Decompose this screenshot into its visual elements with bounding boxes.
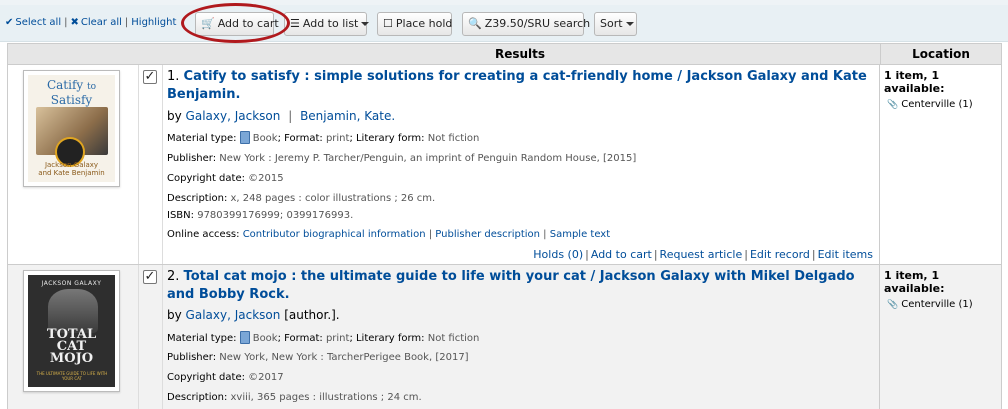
- contributor-info-link[interactable]: Contributor biographical information: [243, 229, 426, 240]
- place-hold-button[interactable]: ☐ Place hold: [377, 12, 452, 36]
- description-line: Description: x, 248 pages : color illust…: [167, 193, 436, 204]
- cover-title-line2: to: [87, 82, 97, 92]
- cover-cell: Catify to Satisfy Jackson Galaxy and Kat…: [8, 65, 139, 264]
- checkbox-cell: ✓: [139, 65, 163, 264]
- location-cell: 1 item, 1 available: 📎 Centerville (1): [879, 265, 1003, 409]
- check-icon: ✔: [5, 17, 14, 28]
- edit-items-link[interactable]: Edit items: [818, 248, 873, 261]
- results-table-header: Results Location: [7, 43, 1002, 65]
- availability-text: 1 item, 1 available:: [884, 269, 945, 295]
- author-link[interactable]: Galaxy, Jackson: [186, 109, 281, 123]
- result-authors: by Galaxy, Jackson [author.].: [167, 308, 340, 322]
- pushpin-icon: 📎: [887, 100, 899, 110]
- publisher-line: Publisher: New York, New York : TarcherP…: [167, 352, 469, 363]
- result-title-link[interactable]: Catify to satisfy : simple solutions for…: [167, 69, 867, 102]
- availability-text: 1 item, 1 available:: [884, 69, 945, 95]
- chevron-down-icon: [361, 22, 370, 26]
- location-cell: 1 item, 1 available: 📎 Centerville (1): [879, 65, 1003, 264]
- cover-subtitle: THE ULTIMATE GUIDE TO LIFE WITH YOUR CAT: [36, 371, 108, 381]
- chevron-down-icon: [625, 22, 634, 26]
- table-row: Catify to Satisfy Jackson Galaxy and Kat…: [7, 65, 1002, 265]
- isbn-line: ISBN: 9780399176999; 0399176993.: [167, 210, 354, 221]
- material-type-line: Material type: Book; Format: print; Lite…: [167, 331, 480, 344]
- copyright-line: Copyright date: ©2015: [167, 173, 284, 184]
- highlight-link[interactable]: Highlight: [131, 17, 176, 28]
- results-toolbar: ✔ Select all | ✖ Clear all | Highlight 🛒 Add to…: [0, 5, 1008, 42]
- cover-author2: and Kate Benjamin: [38, 169, 105, 177]
- result-authors: by Galaxy, Jackson | Benjamin, Kate.: [167, 109, 396, 123]
- result-actions: Holds (0) | Add to cart | Request article | Ed…: [533, 248, 873, 261]
- book-cover-image[interactable]: JACKSON GALAXY TOTAL CAT MOJO THE ULTIMA…: [23, 270, 120, 392]
- sort-button[interactable]: Sort: [594, 12, 637, 36]
- table-row: JACKSON GALAXY TOTAL CAT MOJO THE ULTIMA…: [7, 265, 1002, 409]
- branch-item: 📎 Centerville (1): [887, 99, 973, 110]
- selection-links: ✔ Select all | ✖ Clear all | Highlight: [5, 17, 177, 28]
- author-link[interactable]: Benjamin, Kate.: [300, 109, 395, 123]
- checkbox-icon: ☐: [383, 17, 393, 30]
- online-access-line: Online access: Contributor biographical …: [167, 229, 611, 240]
- cover-author: JACKSON GALAXY: [41, 280, 102, 287]
- book-icon: [239, 131, 250, 144]
- clear-all-link[interactable]: Clear all: [81, 17, 122, 28]
- select-all-link[interactable]: Select all: [15, 17, 61, 28]
- publisher-description-link[interactable]: Publisher description: [435, 229, 540, 240]
- publisher-line: Publisher: New York : Jeremy P. Tarcher/…: [167, 153, 637, 164]
- result-number: 2.: [167, 269, 180, 284]
- edit-record-link[interactable]: Edit record: [750, 248, 810, 261]
- cover-title-line3: Satisfy: [50, 93, 93, 107]
- add-to-cart-link[interactable]: Add to cart: [591, 248, 652, 261]
- result-title: 1. Catify to satisfy : simple solutions …: [167, 68, 867, 104]
- cover-cell: JACKSON GALAXY TOTAL CAT MOJO THE ULTIMA…: [8, 265, 139, 409]
- z3950-search-button[interactable]: 🔍 Z39.50/SRU search: [462, 12, 590, 36]
- search-icon: 🔍: [468, 17, 482, 30]
- result-title: 2. Total cat mojo : the ultimate guide t…: [167, 268, 867, 304]
- request-article-link[interactable]: Request article: [660, 248, 743, 261]
- book-icon: [239, 331, 250, 344]
- close-icon: ✖: [70, 17, 79, 28]
- description-line: Description: xviii, 365 pages : illustra…: [167, 392, 422, 403]
- result-details: 1. Catify to satisfy : simple solutions …: [163, 65, 879, 264]
- sample-text-link[interactable]: Sample text: [550, 229, 610, 240]
- result-title-link[interactable]: Total cat mojo : the ultimate guide to l…: [167, 269, 855, 302]
- checkbox-cell: ✓: [139, 265, 163, 409]
- result-details: 2. Total cat mojo : the ultimate guide t…: [163, 265, 879, 409]
- results-column-header: Results: [494, 47, 546, 61]
- branch-item: 📎 Centerville (1): [887, 299, 973, 310]
- cover-title-line1: Catify: [46, 78, 84, 92]
- holds-link[interactable]: Holds (0): [533, 248, 583, 261]
- location-column-header: Location: [880, 44, 1001, 64]
- cover-author: Jackson Galaxy: [44, 161, 99, 169]
- highlight-ring-annotation: [181, 3, 290, 43]
- author-link[interactable]: Galaxy, Jackson: [186, 308, 281, 322]
- add-to-list-button[interactable]: ☰ Add to list: [284, 12, 370, 36]
- pushpin-icon: 📎: [887, 300, 899, 310]
- cover-title-line3: MOJO: [49, 351, 94, 366]
- copyright-line: Copyright date: ©2017: [167, 372, 284, 383]
- select-checkbox[interactable]: ✓: [143, 270, 157, 284]
- list-icon: ☰: [290, 17, 300, 30]
- select-checkbox[interactable]: ✓: [143, 70, 157, 84]
- result-number: 1.: [167, 69, 180, 84]
- material-type-line: Material type: Book; Format: print; Lite…: [167, 131, 480, 144]
- book-cover-image[interactable]: Catify to Satisfy Jackson Galaxy and Kat…: [23, 70, 120, 187]
